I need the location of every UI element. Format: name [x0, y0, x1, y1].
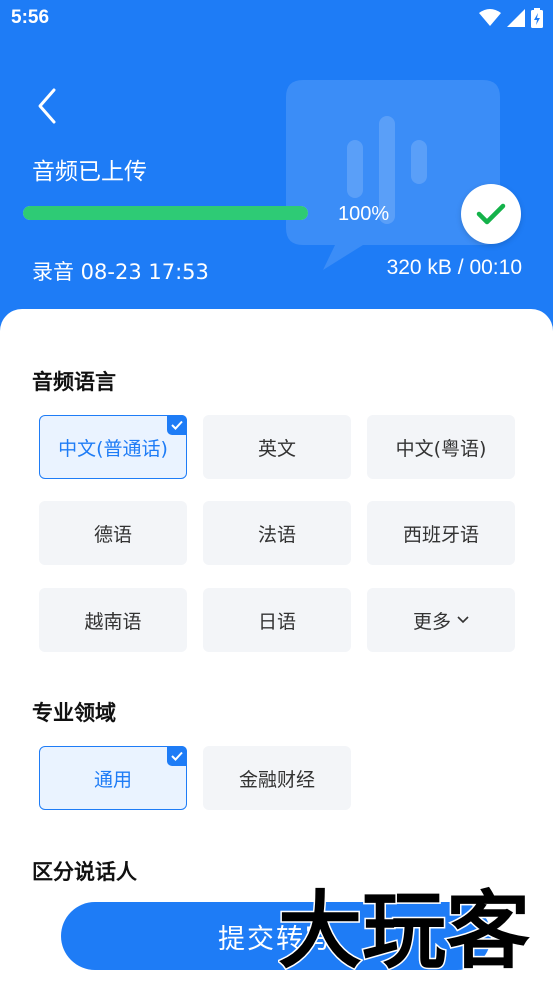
language-option-more[interactable]: 更多 [367, 588, 515, 652]
domain-option-general[interactable]: 通用 [39, 746, 187, 810]
recording-size-duration: 320 kB / 00:10 [386, 256, 522, 279]
language-option-vietnamese[interactable]: 越南语 [39, 588, 187, 652]
header-panel: 5:56 音频已上传 100% 录音 08-23 17:53 320 kB / … [0, 0, 553, 340]
chip-label: 通用 [93, 768, 132, 791]
language-option-spanish[interactable]: 西班牙语 [367, 501, 515, 565]
chip-label: 中文(粤语) [395, 437, 487, 460]
status-icons [479, 8, 543, 28]
chip-label: 德语 [93, 523, 132, 546]
check-icon [476, 203, 506, 225]
chip-label: 越南语 [84, 610, 142, 633]
wifi-icon [479, 9, 501, 26]
watermark-logo: 大玩客 [278, 881, 532, 979]
chip-label: 法语 [257, 523, 296, 546]
status-time: 5:56 [11, 7, 50, 28]
language-option-german[interactable]: 德语 [39, 501, 187, 565]
chip-label: 日语 [257, 610, 296, 633]
speaker-separation-title: 区分说话人 [32, 860, 137, 884]
status-bar: 5:56 [0, 0, 553, 38]
chip-label: 金融财经 [238, 768, 315, 791]
language-option-cantonese[interactable]: 中文(粤语) [367, 415, 515, 479]
watermark-text: 大玩客 [278, 882, 530, 978]
language-option-french[interactable]: 法语 [203, 501, 351, 565]
chip-label: 更多 [412, 610, 451, 633]
domain-option-finance[interactable]: 金融财经 [203, 746, 351, 810]
signal-icon [507, 9, 525, 27]
audio-language-title: 音频语言 [32, 370, 116, 394]
domain-title: 专业领域 [32, 701, 116, 725]
upload-complete-badge [461, 184, 521, 244]
selected-check-icon [167, 746, 187, 766]
chip-label: 英文 [257, 437, 296, 460]
back-arrow-icon[interactable] [30, 86, 66, 126]
battery-icon [531, 8, 543, 28]
chip-label: 中文(普通话) [58, 437, 168, 460]
chat-bubble-icon [286, 80, 500, 270]
language-option-mandarin[interactable]: 中文(普通话) [39, 415, 187, 479]
upload-progress-fill [23, 206, 308, 220]
upload-progress-bar [23, 206, 308, 220]
language-option-japanese[interactable]: 日语 [203, 588, 351, 652]
recording-name: 录音 08-23 17:53 [32, 260, 209, 284]
upload-status-title: 音频已上传 [32, 159, 147, 185]
language-option-english[interactable]: 英文 [203, 415, 351, 479]
chevron-down-icon [457, 616, 469, 624]
selected-check-icon [167, 415, 187, 435]
upload-progress-label: 100% [338, 203, 390, 225]
chip-label: 西班牙语 [402, 523, 479, 546]
